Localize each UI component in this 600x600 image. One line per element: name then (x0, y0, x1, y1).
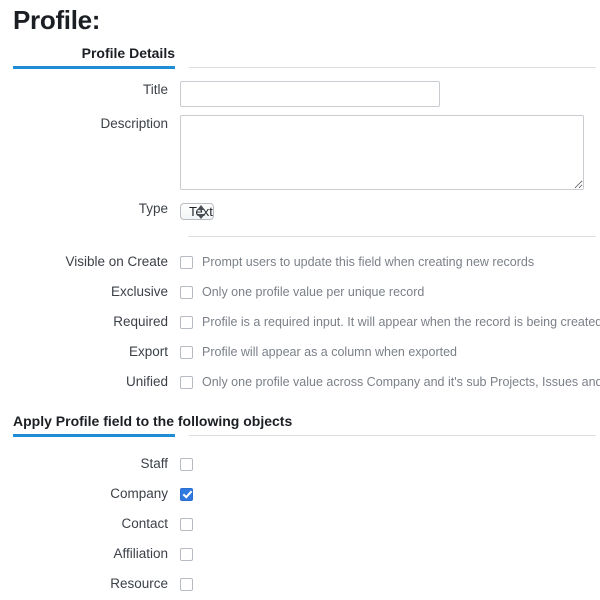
field-label-type: Type (0, 200, 180, 218)
description-textarea[interactable] (180, 115, 584, 190)
section-header-apply-objects: Apply Profile field to the following obj… (0, 411, 600, 437)
apply-section-underline-accent (13, 434, 175, 437)
object-label-affiliation: Affiliation (0, 539, 180, 569)
field-control-type: Text (180, 200, 600, 223)
option-row-unified: Unified Only one profile value across Co… (0, 367, 600, 397)
section-underline-rule (189, 67, 596, 68)
object-label-staff: Staff (0, 449, 180, 479)
object-checkbox-list: Staff Company Contact Affiliation Resour… (0, 449, 600, 599)
object-label-company: Company (0, 479, 180, 509)
field-control-title (180, 81, 600, 107)
object-row-company: Company (0, 479, 600, 509)
title-input[interactable] (180, 81, 440, 107)
option-hint-export: Profile will appear as a column when exp… (202, 337, 457, 367)
option-row-exclusive: Exclusive Only one profile value per uni… (0, 277, 600, 307)
option-hint-unified: Only one profile value across Company an… (202, 367, 600, 397)
checkbox-resource[interactable] (180, 578, 193, 591)
object-row-affiliation: Affiliation (0, 539, 600, 569)
section-header-profile-details: Profile Details (0, 43, 600, 69)
checkbox-company[interactable] (180, 488, 193, 501)
section-title-profile-details: Profile Details (13, 43, 175, 63)
checkbox-required[interactable] (180, 316, 193, 329)
option-row-required: Required Profile is a required input. It… (0, 307, 600, 337)
option-label-unified: Unified (0, 367, 180, 397)
object-row-resource: Resource (0, 569, 600, 599)
field-row-description: Description (0, 115, 600, 190)
option-label-exclusive: Exclusive (0, 277, 180, 307)
option-row-visible-on-create: Visible on Create Prompt users to update… (0, 247, 600, 277)
section-underline-accent (13, 66, 175, 69)
checkbox-visible-on-create[interactable] (180, 256, 193, 269)
type-select-wrapper[interactable]: Text (180, 200, 214, 223)
field-label-title: Title (0, 81, 180, 99)
field-row-type: Type Text (0, 200, 600, 223)
page-title: Profile: (0, 0, 600, 37)
apply-section-underline-rule (189, 435, 596, 436)
option-hint-required: Profile is a required input. It will app… (202, 307, 600, 337)
checkbox-exclusive[interactable] (180, 286, 193, 299)
profile-form-page: Profile: Profile Details Title Descripti… (0, 0, 600, 600)
object-row-contact: Contact (0, 509, 600, 539)
section-title-apply-objects: Apply Profile field to the following obj… (13, 411, 292, 431)
field-control-description (180, 115, 600, 190)
option-label-visible-on-create: Visible on Create (0, 247, 180, 277)
option-checkbox-list: Visible on Create Prompt users to update… (0, 247, 600, 397)
object-label-resource: Resource (0, 569, 180, 599)
checkbox-affiliation[interactable] (180, 548, 193, 561)
checkbox-unified[interactable] (180, 376, 193, 389)
field-row-title: Title (0, 81, 600, 107)
option-hint-visible-on-create: Prompt users to update this field when c… (202, 247, 534, 277)
option-label-required: Required (0, 307, 180, 337)
object-label-contact: Contact (0, 509, 180, 539)
option-row-export: Export Profile will appear as a column w… (0, 337, 600, 367)
checkbox-contact[interactable] (180, 518, 193, 531)
checkbox-export[interactable] (180, 346, 193, 359)
option-label-export: Export (0, 337, 180, 367)
checkbox-staff[interactable] (180, 458, 193, 471)
object-row-staff: Staff (0, 449, 600, 479)
field-label-description: Description (0, 115, 180, 133)
type-select[interactable]: Text (180, 203, 214, 220)
option-hint-exclusive: Only one profile value per unique record (202, 277, 424, 307)
